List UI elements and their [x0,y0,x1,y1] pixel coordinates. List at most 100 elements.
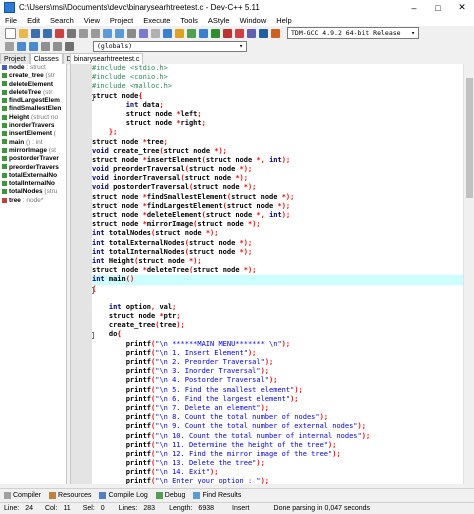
options-icon[interactable] [150,28,160,38]
compile-run-icon[interactable] [186,28,196,38]
code-line[interactable]: 3#include <malloc.h> [92,82,463,91]
find-icon[interactable] [102,28,112,38]
code-line[interactable]: 26 [92,294,463,303]
menu-file[interactable]: File [0,16,22,25]
undo-icon[interactable] [78,28,88,38]
tree-item[interactable]: findSmallestElen [0,105,66,113]
code-line[interactable]: 39 printf("\n 8. Count the total number … [92,413,463,422]
tree-item[interactable]: postorderTraver [0,155,66,163]
tree-item[interactable]: mirrorImage (st [0,147,66,155]
code-line[interactable]: 7 struct node *right; [92,119,463,128]
menu-window[interactable]: Window [235,16,272,25]
code-line[interactable]: 11struct node *insertElement(struct node… [92,156,463,165]
code-line[interactable]: 35 printf("\n 4. Postorder Traversal"); [92,376,463,385]
tab-compiler[interactable]: Compiler [0,491,45,499]
code-line[interactable]: 46 printf("\n Enter your option : "); [92,477,463,484]
menu-astyle[interactable]: AStyle [203,16,235,25]
tree-item[interactable]: deleteTree (str [0,89,66,97]
toggle-bookmark-icon[interactable] [16,41,26,51]
vertical-scrollbar[interactable] [463,64,474,484]
tab-resources[interactable]: Resources [45,491,95,499]
profile-icon[interactable] [246,28,256,38]
compile-icon[interactable] [162,28,172,38]
code-line[interactable]: 45 printf("\n 14. Exit"); [92,468,463,477]
close-file-icon[interactable] [54,28,64,38]
tree-item[interactable]: create_tree (str [0,72,66,80]
code-line[interactable]: 8 }; [92,128,463,137]
code-line[interactable]: 40 printf("\n 9. Count the total number … [92,422,463,431]
code-line[interactable]: 34 printf("\n 3. Inorder Traversal"); [92,367,463,376]
code-line[interactable]: 22int Height(struct node *); [92,257,463,266]
tree-item[interactable]: tree : node* [0,197,66,205]
save-icon[interactable] [30,28,40,38]
stop-icon[interactable] [234,28,244,38]
redo-icon[interactable] [90,28,100,38]
code-line[interactable]: 6 struct node *left; [92,110,463,119]
tab-compile-log[interactable]: Compile Log [95,491,151,499]
code-line[interactable]: 15struct node *findSmallestElement(struc… [92,193,463,202]
open-icon[interactable] [18,28,28,38]
maximize-icon[interactable]: □ [426,0,450,15]
code-line[interactable]: 17struct node *deleteElement(struct node… [92,211,463,220]
code-line[interactable]: 13void inorderTraversal(struct node *); [92,174,463,183]
menu-search[interactable]: Search [45,16,79,25]
code-line[interactable]: 19int totalNodes(struct node *); [92,229,463,238]
print-icon[interactable] [66,28,76,38]
save-all-icon[interactable] [42,28,52,38]
code-line[interactable]: 30− do{ [92,330,463,340]
tree-item[interactable]: totalInternalNo [0,180,66,188]
delete-profile-icon[interactable] [270,28,280,38]
tree-item[interactable]: preorderTravers [0,164,66,172]
code-line[interactable]: 31 printf("\n ******MAIN MENU******* \n"… [92,340,463,349]
fold-toggle-icon[interactable]: − [92,93,94,101]
chart-icon[interactable] [258,28,268,38]
code-line[interactable]: 37 printf("\n 6. Find the largest elemen… [92,395,463,404]
code-line[interactable]: 42 printf("\n 11. Determine the height o… [92,441,463,450]
code-line[interactable]: 44 printf("\n 13. Delete the tree"); [92,459,463,468]
tab-find-results[interactable]: Find Results [189,491,245,499]
code-line[interactable]: 12void preorderTraversal(struct node *); [92,165,463,174]
tree-item[interactable]: deleteElement [0,81,66,89]
menu-view[interactable]: View [79,16,105,25]
fold-toggle-icon[interactable]: − [92,286,94,294]
check-icon[interactable] [210,28,220,38]
run-icon[interactable] [174,28,184,38]
code-line[interactable]: 10void create_tree(struct node *); [92,147,463,156]
code-line[interactable]: 25−{ [92,285,463,294]
code-line[interactable]: 5 int data; [92,101,463,110]
tree-item[interactable]: insertElement ( [0,130,66,138]
menu-edit[interactable]: Edit [22,16,45,25]
code-line[interactable]: 23struct node *deleteTree(struct node *)… [92,266,463,275]
tab-debug-output[interactable]: Debug [152,491,190,499]
project-icon[interactable] [138,28,148,38]
tree-item[interactable]: Height (struct no [0,114,66,122]
menu-tools[interactable]: Tools [175,16,203,25]
comment-icon[interactable] [64,41,74,51]
code-line[interactable]: 4−struct node{ [92,92,463,101]
code-line[interactable]: 41 printf("\n 10. Count the total number… [92,432,463,441]
menu-execute[interactable]: Execute [138,16,175,25]
code-line[interactable]: 38 printf("\n 7. Delete an element"); [92,404,463,413]
code-line[interactable]: 14void postorderTraversal(struct node *)… [92,183,463,192]
debug-icon[interactable] [222,28,232,38]
tree-item[interactable]: findLargestElem [0,97,66,105]
code-line[interactable]: 32 printf("\n 1. Insert Element"); [92,349,463,358]
code-line[interactable]: 43 printf("\n 12. Find the mirror image … [92,450,463,459]
code-line[interactable]: 27 int option, val; [92,303,463,312]
code-line[interactable]: 18struct node *mirrorImage(struct node *… [92,220,463,229]
menu-help[interactable]: Help [271,16,296,25]
code-line[interactable]: 36 printf("\n 5. Find the smallest eleme… [92,386,463,395]
insert-icon[interactable] [4,41,14,51]
code-line[interactable]: 24int main() [92,275,463,285]
code-line[interactable]: 21int totalInternalNodes(struct node *); [92,248,463,257]
tree-item[interactable]: node : struct [0,64,66,72]
replace-icon[interactable] [114,28,124,38]
minimize-icon[interactable]: – [402,0,426,15]
compiler-select[interactable]: TDM-GCC 4.9.2 64-bit Release ▾ [287,27,419,39]
unindent-icon[interactable] [52,41,62,51]
rebuild-icon[interactable] [198,28,208,38]
scope-select[interactable]: (globals) ▾ [93,40,247,52]
indent-icon[interactable] [40,41,50,51]
tree-item[interactable]: main () : int [0,139,66,147]
tree-item[interactable]: inorderTravers [0,122,66,130]
